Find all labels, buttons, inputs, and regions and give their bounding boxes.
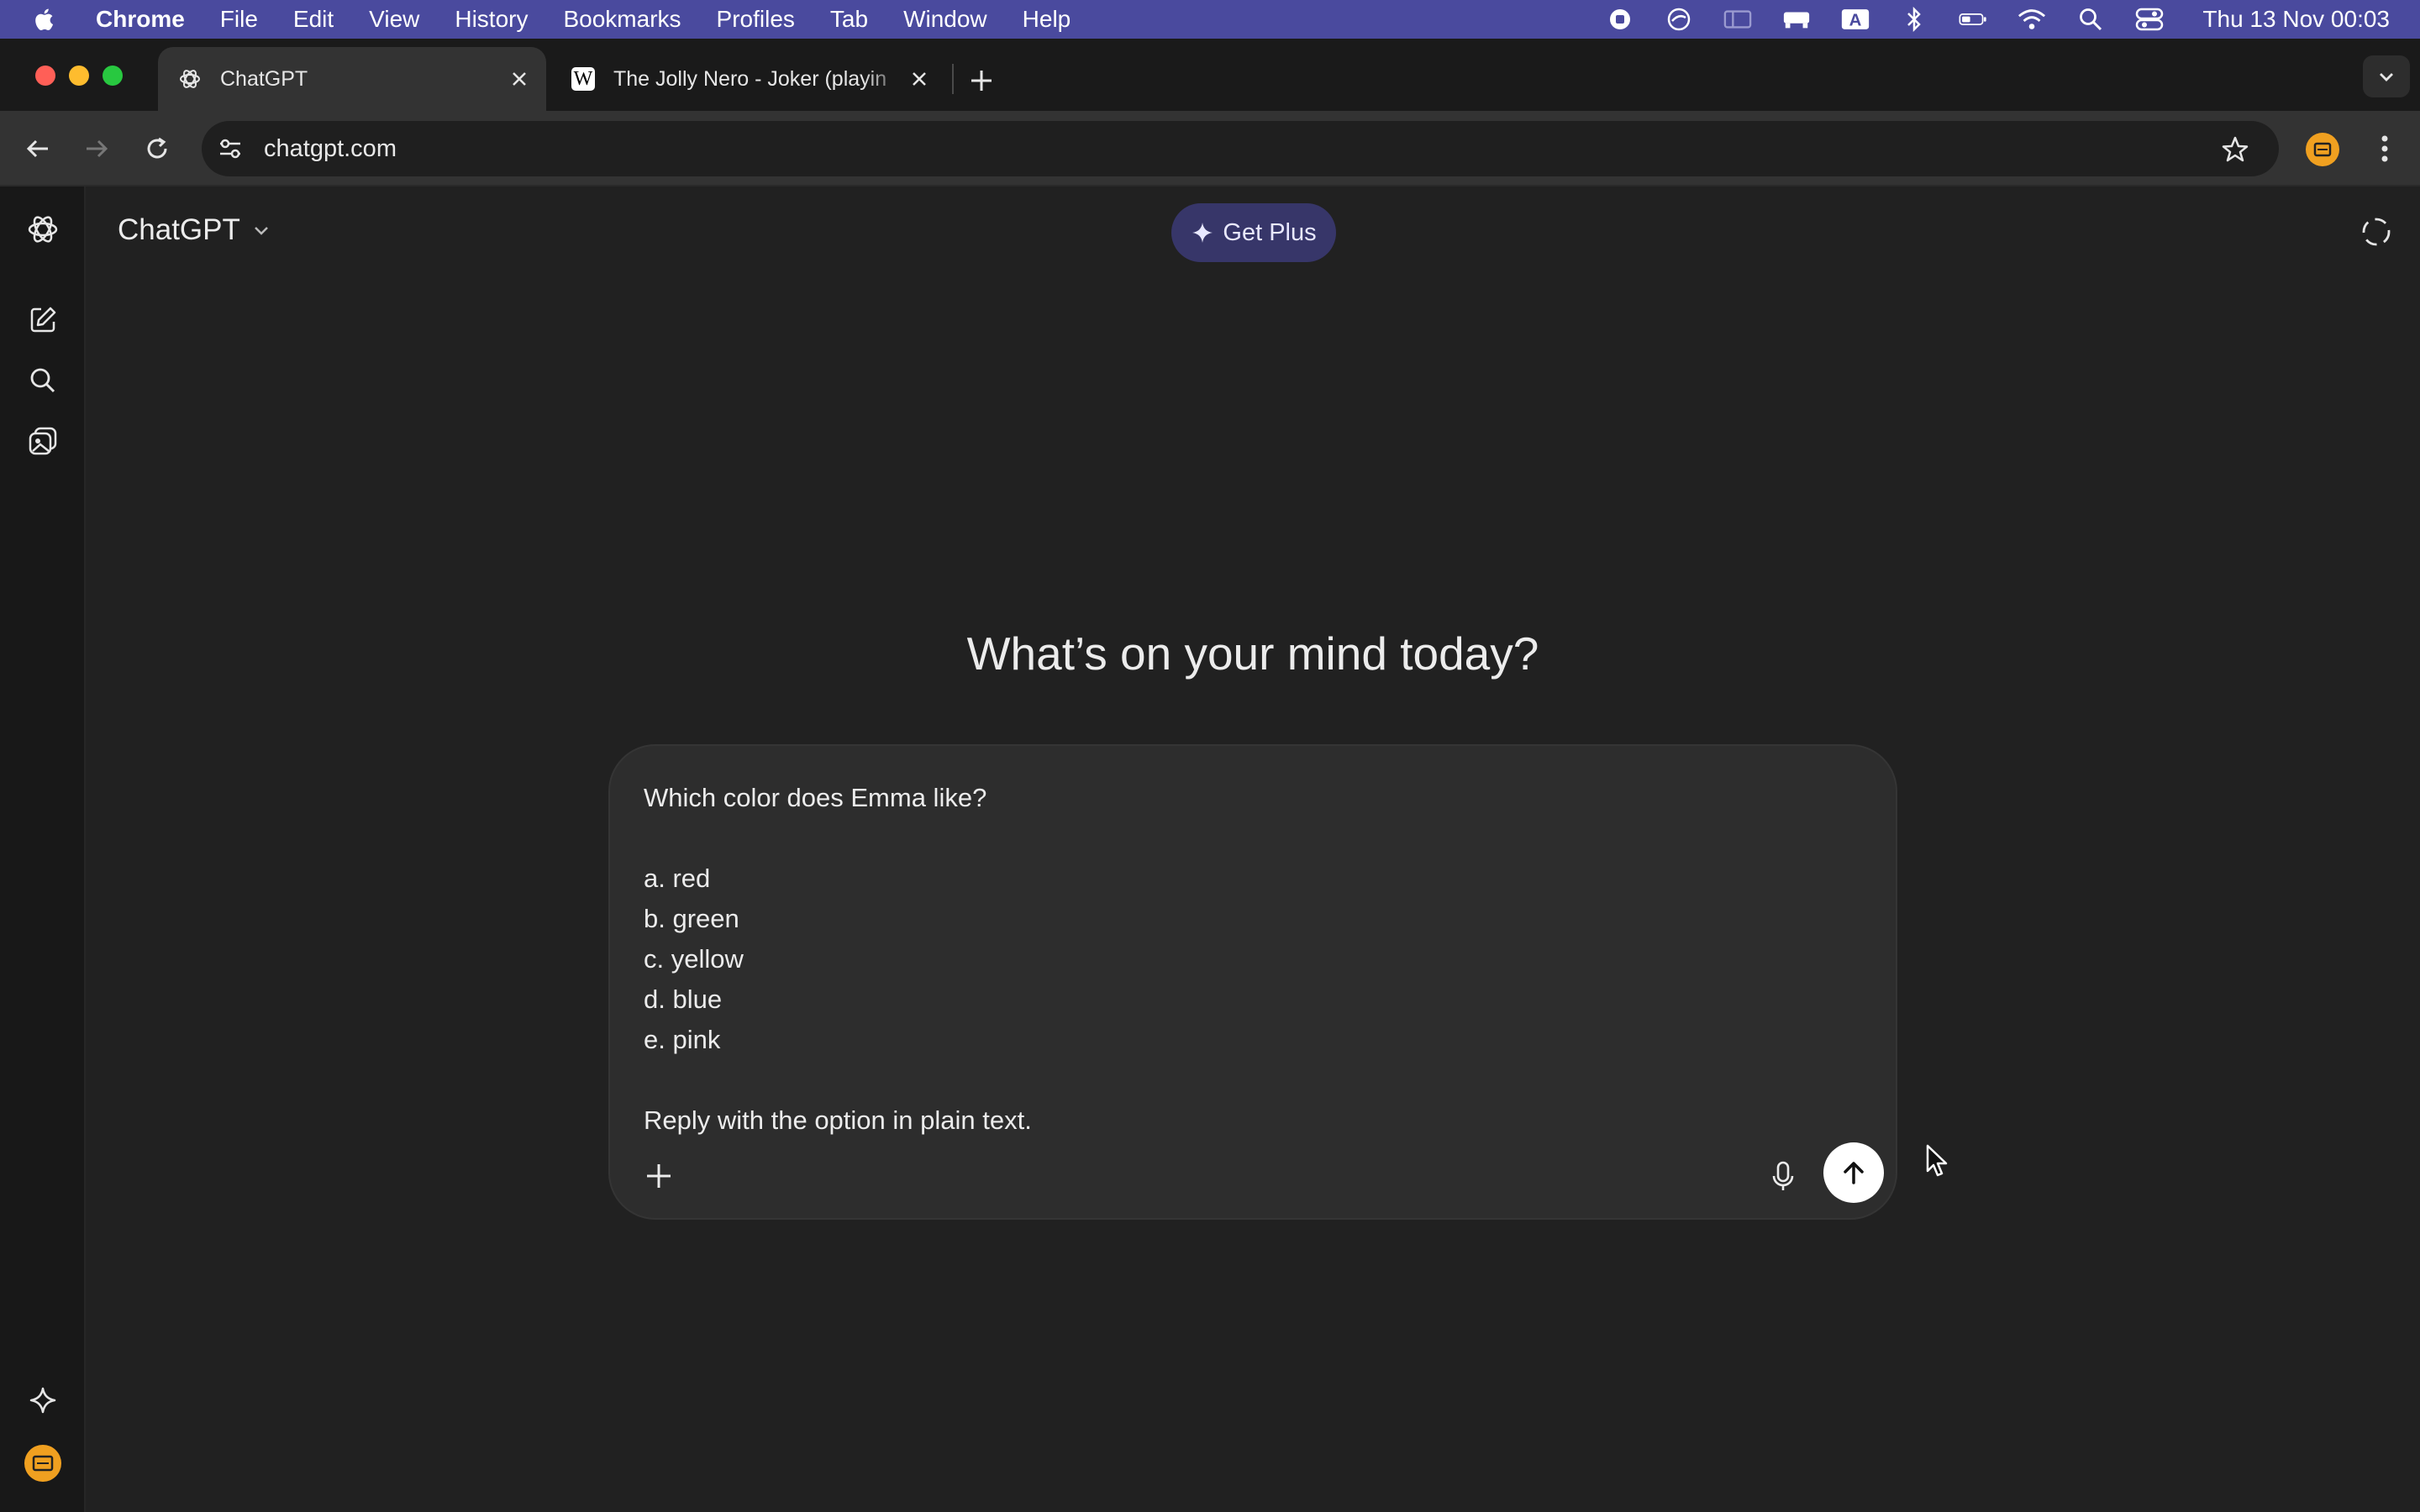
- svg-text:A: A: [1849, 12, 1862, 30]
- status-area: A Thu 13 Nov 00:03: [1606, 0, 2390, 39]
- tab-jolly-nero[interactable]: W The Jolly Nero - Joker (playin: [551, 47, 946, 111]
- macos-menu-bar: Chrome File Edit View History Bookmarks …: [0, 0, 2420, 39]
- battery-icon[interactable]: [1959, 7, 1987, 32]
- tab-title: The Jolly Nero - Joker (playin: [613, 66, 887, 91]
- app-sidebar: [0, 186, 86, 1512]
- send-button[interactable]: [1823, 1142, 1884, 1203]
- microphone-icon[interactable]: [1765, 1158, 1802, 1194]
- mouse-cursor-icon: [1926, 1144, 1948, 1177]
- wikipedia-icon: W: [571, 67, 595, 91]
- reload-icon: [147, 137, 167, 159]
- sparkle-icon: [29, 1387, 56, 1414]
- temporary-chat-icon[interactable]: [2360, 215, 2393, 249]
- chatgpt-logo-button[interactable]: [25, 212, 60, 247]
- menu-edit[interactable]: Edit: [293, 6, 334, 33]
- close-tab-icon[interactable]: [908, 67, 931, 91]
- address-bar[interactable]: chatgpt.com: [202, 121, 2279, 176]
- menu-app-name[interactable]: Chrome: [96, 6, 185, 33]
- wifi-icon[interactable]: [2018, 7, 2046, 32]
- menu-help[interactable]: Help: [1023, 6, 1071, 33]
- model-name: ChatGPT: [118, 213, 240, 246]
- maximize-window-button[interactable]: [103, 66, 123, 86]
- site-settings-icon[interactable]: [215, 134, 245, 164]
- tab-search-button[interactable]: [2363, 55, 2410, 97]
- record-icon[interactable]: [1606, 7, 1634, 32]
- display-icon[interactable]: [1782, 7, 1811, 32]
- bookmark-star-icon[interactable]: [2220, 134, 2250, 165]
- menu-file[interactable]: File: [220, 6, 258, 33]
- menu-clock[interactable]: Thu 13 Nov 00:03: [2202, 6, 2390, 33]
- menu-view[interactable]: View: [369, 6, 419, 33]
- new-chat-icon: [30, 307, 56, 333]
- chatgpt-icon: [180, 70, 200, 88]
- back-button[interactable]: [20, 131, 55, 166]
- extension-icon[interactable]: [2306, 133, 2339, 166]
- model-selector[interactable]: ChatGPT: [118, 213, 272, 247]
- keyboard-avatar-icon: [32, 1455, 54, 1472]
- library-button[interactable]: [25, 423, 60, 459]
- sparkle-icon: [1192, 223, 1213, 243]
- menu-tab[interactable]: Tab: [830, 6, 868, 33]
- upgrade-button[interactable]: [25, 1383, 60, 1418]
- page-title: What’s on your mind today?: [966, 627, 1539, 680]
- tab-title: ChatGPT: [220, 66, 308, 91]
- images-icon: [29, 427, 57, 455]
- arrow-left-icon: [26, 139, 48, 158]
- chevron-down-icon: [2380, 73, 2393, 81]
- prompt-textarea[interactable]: Which color does Emma like? a. red b. gr…: [644, 778, 1854, 1141]
- tab-separator: [952, 64, 954, 94]
- tab-strip: ChatGPT W The Jolly Nero - Joker (playin: [0, 39, 2420, 111]
- openai-logo-icon: [28, 216, 58, 243]
- new-tab-icon[interactable]: [965, 64, 998, 97]
- add-attachment-icon[interactable]: [640, 1158, 677, 1194]
- get-plus-label: Get Plus: [1223, 218, 1317, 246]
- url-text[interactable]: chatgpt.com: [264, 135, 397, 163]
- bluetooth-icon[interactable]: [1900, 7, 1928, 32]
- sidecar-icon[interactable]: [1723, 7, 1752, 32]
- avatar[interactable]: [24, 1445, 61, 1482]
- apple-icon[interactable]: [34, 7, 54, 32]
- get-plus-button[interactable]: Get Plus: [1171, 203, 1336, 262]
- menu-history[interactable]: History: [455, 6, 528, 33]
- arrow-up-icon: [1844, 1162, 1864, 1184]
- menu-bookmarks[interactable]: Bookmarks: [563, 6, 681, 33]
- forward-button[interactable]: [79, 131, 114, 166]
- close-tab-icon[interactable]: [508, 67, 531, 91]
- arrow-right-icon: [87, 139, 108, 158]
- new-chat-button[interactable]: [25, 302, 60, 338]
- tab-chatgpt[interactable]: ChatGPT: [158, 47, 546, 111]
- search-icon: [30, 368, 55, 393]
- prompt-composer: Which color does Emma like? a. red b. gr…: [608, 744, 1897, 1220]
- more-options-icon[interactable]: [2370, 131, 2400, 166]
- minimize-window-button[interactable]: [69, 66, 89, 86]
- input-source-icon[interactable]: A: [1841, 7, 1870, 32]
- control-center-icon[interactable]: [2135, 7, 2164, 32]
- chevron-down-icon: [255, 227, 268, 235]
- menu-profiles[interactable]: Profiles: [717, 6, 795, 33]
- sync-icon[interactable]: [1665, 7, 1693, 32]
- browser-toolbar: chatgpt.com: [0, 111, 2420, 186]
- spotlight-icon[interactable]: [2076, 7, 2105, 32]
- search-chats-button[interactable]: [25, 363, 60, 398]
- reload-button[interactable]: [139, 131, 175, 166]
- menu-window[interactable]: Window: [903, 6, 987, 33]
- close-window-button[interactable]: [35, 66, 55, 86]
